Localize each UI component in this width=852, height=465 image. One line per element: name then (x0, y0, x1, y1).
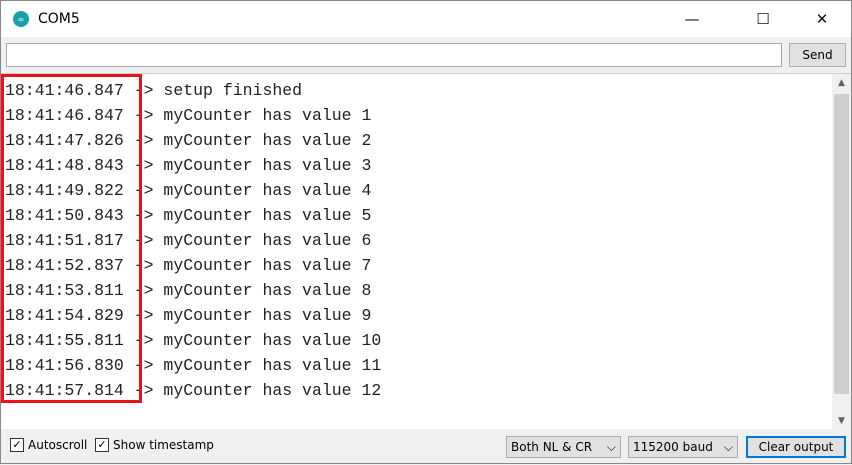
line-message: -> myCounter has value 5 (123, 206, 372, 225)
line-ending-value: Both NL & CR (511, 440, 593, 454)
scroll-up-icon[interactable]: ▲ (832, 78, 851, 88)
autoscroll-label: Autoscroll (28, 438, 88, 452)
line-message: -> myCounter has value 2 (123, 131, 372, 150)
line-message: -> myCounter has value 9 (123, 306, 372, 325)
line-message: -> myCounter has value 4 (123, 181, 372, 200)
line-ending-select[interactable]: Both NL & CR ⌵ (506, 436, 621, 458)
line-message: -> setup finished (123, 81, 303, 100)
vertical-scrollbar[interactable]: ▲ ▼ (832, 74, 851, 430)
send-button[interactable]: Send (789, 43, 846, 67)
send-row: Send (1, 37, 851, 71)
checkmark-icon: ✓ (10, 438, 24, 452)
line-message: -> myCounter has value 7 (123, 256, 372, 275)
line-message: -> myCounter has value 10 (123, 331, 382, 350)
minimize-button[interactable]: — (669, 1, 715, 37)
baud-rate-select[interactable]: 115200 baud ⌵ (628, 436, 738, 458)
timestamp-highlight-box (1, 74, 142, 403)
chevron-down-icon: ⌵ (723, 439, 733, 454)
line-message: -> myCounter has value 1 (123, 106, 372, 125)
arduino-logo-icon: ∞ (13, 11, 29, 27)
line-message: -> myCounter has value 12 (123, 381, 382, 400)
line-message: -> myCounter has value 3 (123, 156, 372, 175)
maximize-button[interactable]: ☐ (740, 1, 786, 37)
chevron-down-icon: ⌵ (606, 439, 616, 454)
window-title: COM5 (38, 11, 80, 27)
line-message: -> myCounter has value 6 (123, 231, 372, 250)
title-bar: ∞ COM5 — ☐ ✕ (1, 1, 851, 37)
footer-bar: ✓ Autoscroll ✓ Show timestamp Both NL & … (1, 431, 851, 465)
scroll-down-icon[interactable]: ▼ (832, 416, 851, 426)
show-timestamp-label: Show timestamp (113, 438, 214, 452)
serial-input[interactable] (6, 43, 782, 67)
baud-rate-value: 115200 baud (633, 440, 713, 454)
scrollbar-thumb[interactable] (834, 94, 849, 394)
line-message: -> myCounter has value 8 (123, 281, 372, 300)
serial-output: 18:41:46.847 -> setup finished 18:41:46.8… (1, 73, 851, 430)
autoscroll-checkbox[interactable]: ✓ Autoscroll (10, 438, 87, 452)
line-message: -> myCounter has value 11 (123, 356, 382, 375)
checkmark-icon: ✓ (95, 438, 109, 452)
close-button[interactable]: ✕ (799, 1, 845, 37)
clear-output-button[interactable]: Clear output (746, 436, 846, 458)
show-timestamp-checkbox[interactable]: ✓ Show timestamp (95, 438, 214, 452)
